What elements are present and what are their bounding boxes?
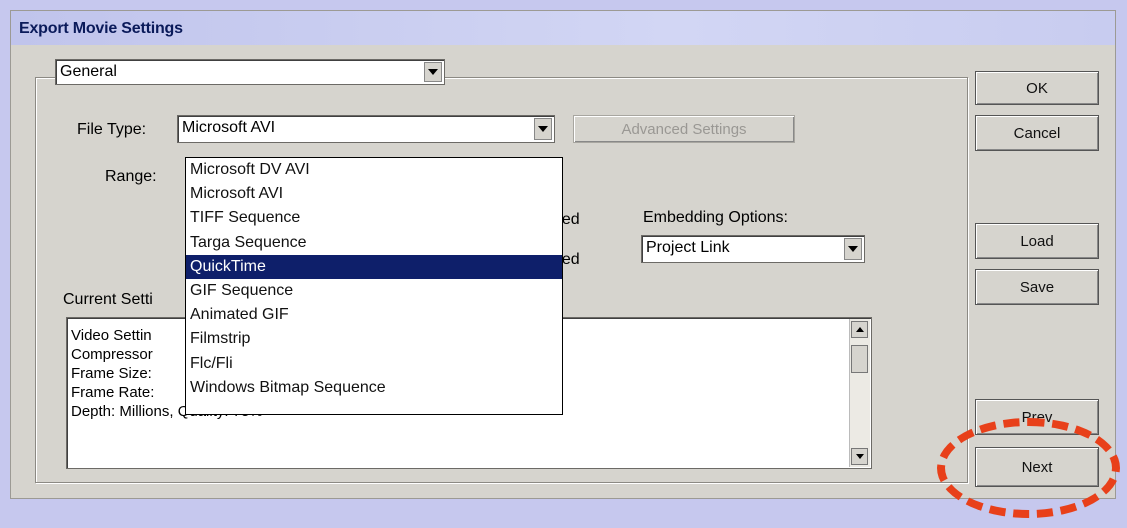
window-title: Export Movie Settings xyxy=(19,20,183,37)
file-type-dropdown-list: Microsoft DV AVI Microsoft AVI TIFF Sequ… xyxy=(185,157,563,415)
save-button[interactable]: Save xyxy=(975,269,1099,305)
file-type-option[interactable]: Targa Sequence xyxy=(186,231,562,255)
scroll-thumb[interactable] xyxy=(851,345,868,373)
embedding-options-select[interactable]: Project Link xyxy=(641,235,865,263)
file-type-option[interactable]: Animated GIF xyxy=(186,303,562,327)
embedding-options-value: Project Link xyxy=(646,239,730,256)
scroll-up-icon[interactable] xyxy=(851,321,868,338)
file-type-value: Microsoft AVI xyxy=(182,119,276,136)
category-value: General xyxy=(60,63,117,80)
file-type-option[interactable]: TIFF Sequence xyxy=(186,206,562,230)
advanced-settings-label: Advanced Settings xyxy=(621,120,747,138)
file-type-option[interactable]: Windows Bitmap Sequence xyxy=(186,376,562,400)
embedding-options-label: Embedding Options: xyxy=(643,209,788,226)
file-type-option[interactable]: Flc/Fli xyxy=(186,352,562,376)
cancel-label: Cancel xyxy=(1013,124,1061,142)
chevron-down-icon[interactable] xyxy=(844,238,862,260)
file-type-option-selected[interactable]: QuickTime xyxy=(186,254,562,279)
file-type-option[interactable]: Microsoft DV AVI xyxy=(186,158,562,182)
cancel-button[interactable]: Cancel xyxy=(975,115,1099,151)
ok-label: OK xyxy=(1026,79,1048,97)
vertical-scrollbar[interactable] xyxy=(849,319,870,467)
load-button[interactable]: Load xyxy=(975,223,1099,259)
file-type-select[interactable]: Microsoft AVI xyxy=(177,115,555,143)
advanced-settings-button[interactable]: Advanced Settings xyxy=(573,115,795,143)
load-label: Load xyxy=(1020,232,1054,250)
category-select[interactable]: General xyxy=(55,59,445,85)
scroll-down-icon[interactable] xyxy=(851,448,868,465)
export-movie-settings-dialog: Export Movie Settings General File Type:… xyxy=(10,10,1116,499)
current-settings-label: Current Setti xyxy=(63,291,153,308)
save-label: Save xyxy=(1019,278,1055,296)
range-label: Range: xyxy=(105,168,157,185)
highlight-ring xyxy=(937,418,1120,518)
file-type-option[interactable]: GIF Sequence xyxy=(186,279,562,303)
chevron-down-icon[interactable] xyxy=(534,118,552,140)
ok-button[interactable]: OK xyxy=(975,71,1099,105)
title-bar: Export Movie Settings xyxy=(11,11,1115,45)
chevron-down-icon[interactable] xyxy=(424,62,442,82)
file-type-label: File Type: xyxy=(77,121,147,138)
file-type-option[interactable]: Microsoft AVI xyxy=(186,182,562,206)
file-type-option[interactable]: Filmstrip xyxy=(186,327,562,351)
